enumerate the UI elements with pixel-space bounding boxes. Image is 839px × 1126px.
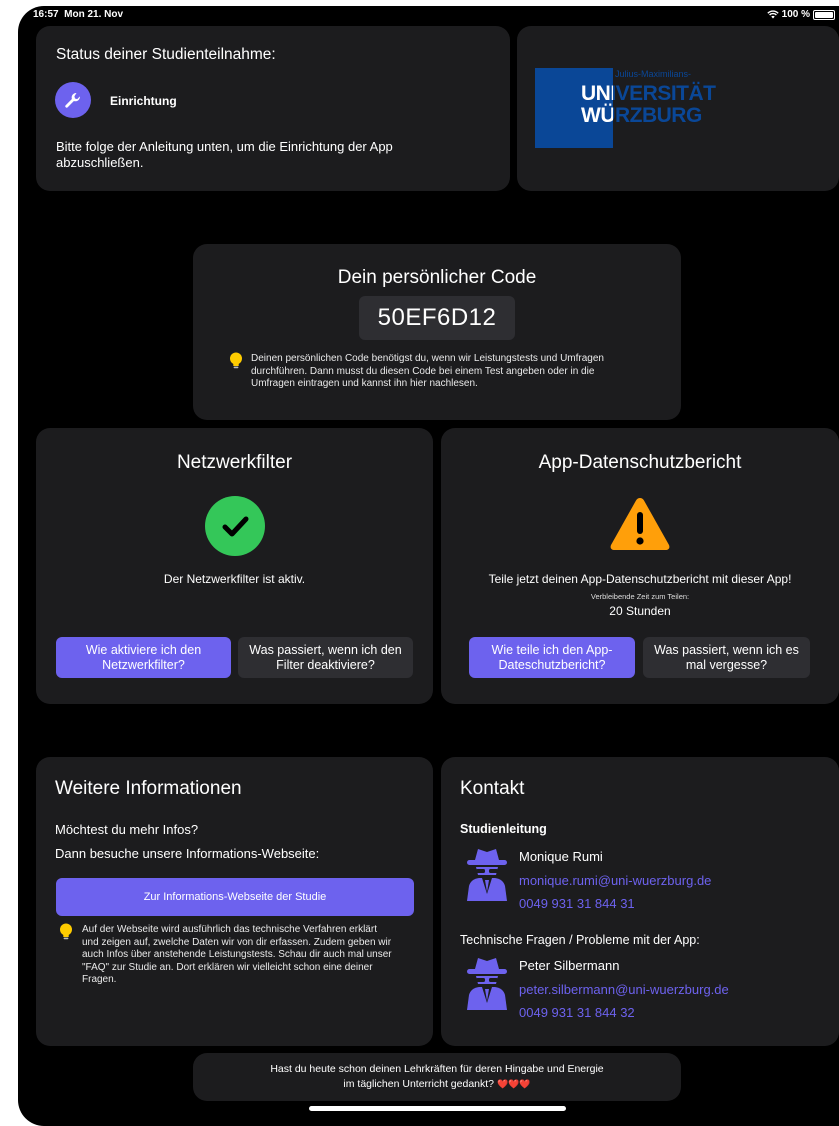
lightbulb-icon: [230, 352, 242, 369]
contact2-email-link[interactable]: peter.silbermann@uni-wuerzburg.de: [519, 982, 729, 997]
contact-title: Kontakt: [460, 778, 525, 799]
lightbulb-icon: [60, 923, 72, 940]
personal-code[interactable]: 50EF6D12: [359, 296, 515, 340]
network-status-text: Der Netzwerkfilter ist aktiv.: [163, 572, 306, 586]
activate-network-filter-button[interactable]: Wie aktiviere ich den Netzwerkfilter?: [56, 637, 231, 678]
info-website-button[interactable]: Zur Informations-Webseite der Studie: [56, 878, 414, 916]
contact1-phone-link[interactable]: 0049 931 31 844 31: [519, 896, 635, 911]
footer-card: Hast du heute schon deinen Lehrkräften f…: [193, 1053, 681, 1101]
logo-card: Julius-Maximilians- UNIVERSITÄT WÜRZBURG…: [517, 26, 839, 191]
contact2-phone-link[interactable]: 0049 931 31 844 32: [519, 1005, 635, 1020]
wifi-icon: [766, 10, 779, 19]
logo-line1-inverse: UNIVERSITÄT: [581, 82, 613, 105]
footer-line2: im täglichen Unterricht gedankt? ❤️❤️❤️: [193, 1078, 681, 1090]
code-tip: Deinen persönlichen Code benötigst du, w…: [251, 353, 604, 389]
info-card: Weitere Informationen Möchtest du mehr I…: [36, 757, 433, 1046]
warning-triangle-icon: [610, 498, 670, 550]
battery-icon: [813, 9, 835, 20]
network-title: Netzwerkfilter: [176, 452, 293, 473]
spy-icon: [467, 849, 507, 901]
contact-section-study-lead: Studienleitung: [460, 822, 547, 836]
privacy-title: App-Datenschutzbericht: [538, 452, 742, 473]
status-right: 100 %: [766, 9, 835, 20]
code-title: Dein persönlicher Code: [337, 267, 537, 288]
home-indicator: [309, 1106, 566, 1111]
contact2-name: Peter Silbermann: [519, 958, 620, 973]
status-card: Status deiner Studienteilnahme: Einricht…: [36, 26, 510, 191]
battery-percent: 100 %: [781, 9, 810, 20]
forget-report-info-button[interactable]: Was passiert, wenn ich es mal vergesse?: [643, 637, 810, 678]
heart-icons: ❤️❤️❤️: [496, 1079, 531, 1089]
logo-line2-inverse: WÜRZBURG: [581, 104, 613, 127]
status-time: 16:57 Mon 21. Nov: [33, 9, 124, 20]
spy-icon: [467, 958, 507, 1010]
contact-card: Kontakt Studienleitung Monique Rumi moni…: [441, 757, 839, 1046]
status-bar: 16:57 Mon 21. Nov 100 %: [31, 8, 839, 22]
deactivate-filter-info-button[interactable]: Was passiert, wenn ich den Filter deakti…: [238, 637, 413, 678]
remaining-time-label: Verbleibende Zeit zum Teilen:: [590, 592, 690, 601]
status-description: Bitte folge der Anleitung unten, um die …: [56, 139, 393, 170]
footer-line2-text: im täglichen Unterricht gedankt?: [343, 1078, 495, 1090]
info-tip: Auf der Webseite wird ausführlich das te…: [82, 924, 392, 985]
info-line1: Möchtest du mehr Infos?: [55, 822, 199, 837]
privacy-status-text: Teile jetzt deinen App-Datenschutzberich…: [488, 572, 792, 586]
wrench-icon: [55, 82, 91, 118]
footer-line1: Hast du heute schon deinen Lehrkräften f…: [270, 1063, 604, 1075]
contact1-name: Monique Rumi: [519, 849, 603, 864]
university-logo: Julius-Maximilians- UNIVERSITÄT WÜRZBURG…: [535, 68, 730, 148]
privacy-report-card: App-Datenschutzbericht Teile jetzt deine…: [441, 428, 839, 704]
status-title: Status deiner Studienteilnahme:: [56, 46, 276, 63]
share-privacy-report-button[interactable]: Wie teile ich den App- Dateschutzbericht…: [469, 637, 635, 678]
remaining-time-value: 20 Stunden: [609, 604, 671, 618]
check-circle-icon: [205, 496, 265, 556]
status-step-label: Einrichtung: [110, 94, 177, 108]
network-filter-card: Netzwerkfilter Der Netzwerkfilter ist ak…: [36, 428, 433, 704]
info-title: Weitere Informationen: [55, 778, 242, 799]
contact-section-tech: Technische Fragen / Probleme mit der App…: [460, 933, 700, 947]
info-line2: Dann besuche unsere Informations-Webseit…: [55, 846, 320, 861]
logo-small-line: Julius-Maximilians-: [615, 69, 692, 79]
contact1-email-link[interactable]: monique.rumi@uni-wuerzburg.de: [519, 873, 711, 888]
code-card: Dein persönlicher Code 50EF6D12 Deinen p…: [193, 244, 681, 420]
